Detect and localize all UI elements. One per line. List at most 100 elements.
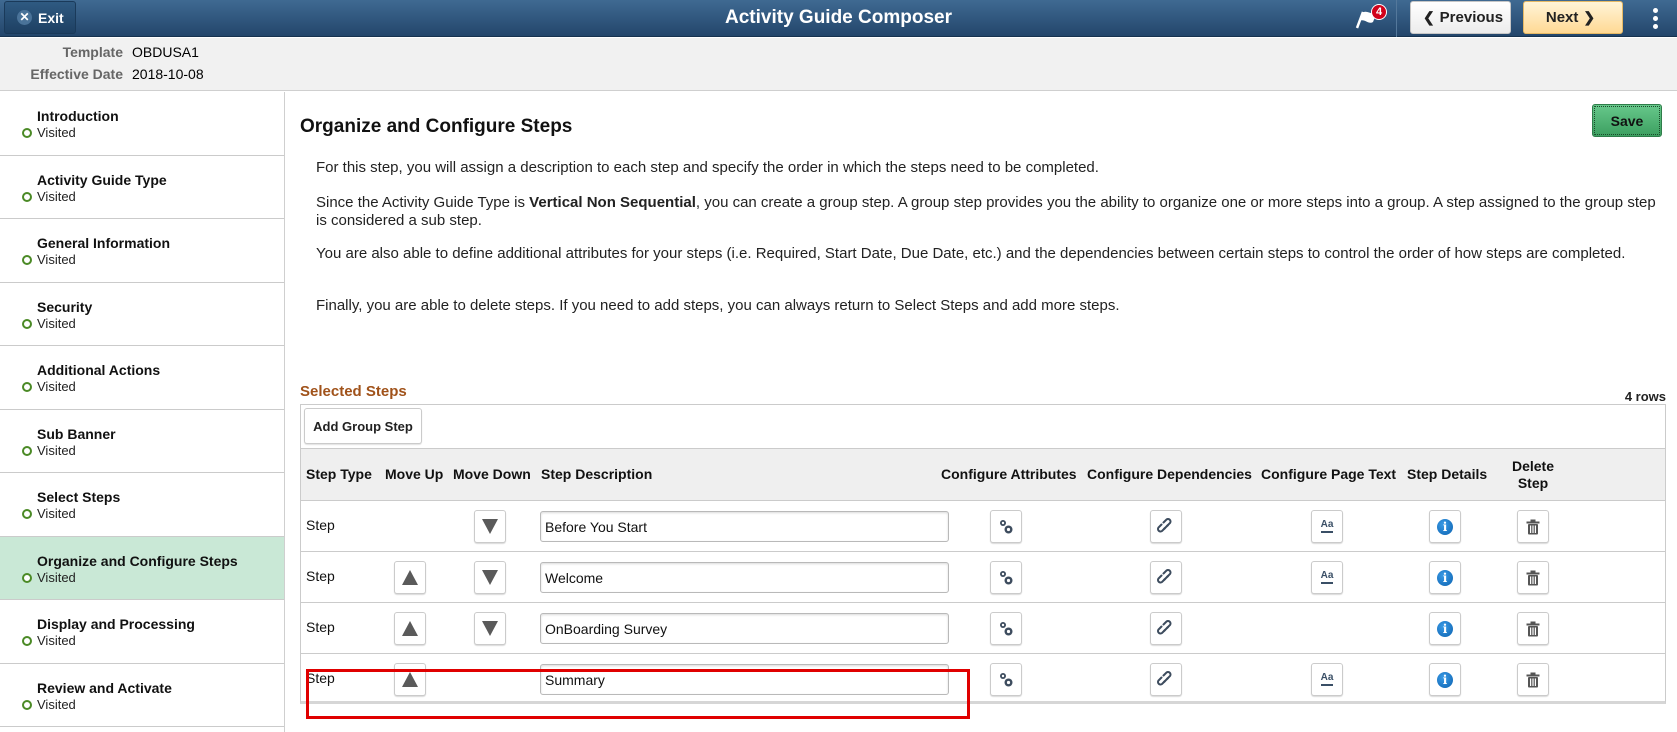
step-details-button[interactable]: i — [1429, 561, 1461, 594]
delete-step-button[interactable] — [1517, 612, 1549, 645]
configure-page-text-button[interactable]: Aa — [1311, 663, 1343, 696]
close-icon: ✕ — [17, 10, 32, 25]
configure-page-text-button[interactable]: Aa — [1311, 561, 1343, 594]
text-format-icon: Aa — [1320, 571, 1334, 584]
previous-label: Previous — [1439, 9, 1504, 26]
link-icon — [1157, 568, 1172, 583]
table-row: Step Aa i — [301, 654, 1665, 705]
configure-attributes-button[interactable] — [990, 561, 1022, 594]
sidebar-item-additional-actions[interactable]: Additional Actions Visited — [0, 346, 284, 410]
effective-date-row: Effective Date 2018-10-08 — [0, 66, 204, 82]
header-line: Step — [1517, 475, 1549, 491]
section-title: Selected Steps — [300, 383, 407, 400]
visited-status-icon — [22, 255, 32, 265]
trash-icon — [1526, 672, 1540, 687]
visited-status-icon — [22, 191, 32, 202]
sidebar-item-label: Introduction — [37, 108, 119, 124]
configure-dependencies-button[interactable] — [1150, 612, 1182, 645]
configure-attributes-button[interactable] — [990, 510, 1022, 543]
gears-icon — [1000, 672, 1013, 686]
sidebar-item-label: Review and Activate — [37, 679, 172, 696]
sidebar-item-status: Visited — [37, 125, 76, 140]
sidebar-item-label: General Information — [37, 235, 171, 251]
step-description-input[interactable] — [540, 664, 949, 695]
step-description-input[interactable] — [540, 613, 949, 644]
delete-step-button[interactable] — [1517, 561, 1549, 594]
configure-page-text-button[interactable]: Aa — [1311, 510, 1343, 543]
gears-icon — [1000, 519, 1013, 533]
delete-step-button[interactable] — [1517, 663, 1549, 696]
visited-status-icon — [22, 128, 32, 138]
move-up-button[interactable] — [394, 561, 426, 594]
step-details-button[interactable]: i — [1429, 612, 1461, 645]
configure-attributes-button[interactable] — [990, 663, 1022, 696]
template-label: Template — [62, 44, 123, 60]
table-row: Step Aa i — [301, 501, 1665, 552]
move-down-button[interactable] — [474, 612, 506, 645]
main-content: Organize and Configure Steps Save For th… — [286, 92, 1677, 732]
sidebar-item-status: Visited — [37, 252, 76, 267]
sidebar-item-organize-and-configure-steps[interactable]: Organize and Configure Steps Visited — [0, 536, 284, 600]
arrow-down-icon — [482, 570, 498, 585]
column-header-configure-page-text: Configure Page Text — [1261, 466, 1397, 482]
sidebar-item-general-information[interactable]: General Information Visited — [0, 219, 284, 283]
selected-steps-grid: Add Group Step Step Type Move Up Move Do… — [300, 404, 1666, 704]
column-header-step-details: Step Details — [1407, 466, 1488, 482]
sidebar-item-introduction[interactable]: Introduction Visited — [0, 92, 284, 156]
move-up-button[interactable] — [394, 663, 426, 696]
delete-step-button[interactable] — [1517, 510, 1549, 543]
exit-button[interactable]: ✕ Exit — [4, 1, 76, 34]
step-details-button[interactable]: i — [1429, 510, 1461, 543]
sidebar-item-status: Visited — [37, 315, 76, 331]
sidebar-item-label: Sub Banner — [37, 425, 116, 442]
column-header-step-description: Step Description — [541, 466, 653, 482]
next-button[interactable]: Next ❯ — [1523, 1, 1623, 34]
sidebar-item-sub-banner[interactable]: Sub Banner Visited — [0, 410, 284, 473]
move-down-button[interactable] — [474, 561, 506, 594]
sidebar-item-security[interactable]: Security Visited — [0, 283, 284, 346]
step-description-input[interactable] — [540, 511, 949, 542]
step-type-cell: Step — [306, 619, 335, 635]
sidebar-item-label: Display and Processing — [37, 616, 195, 632]
step-type-cell: Step — [306, 568, 335, 584]
header-divider — [1396, 0, 1397, 37]
save-button[interactable]: Save — [1592, 104, 1662, 137]
link-icon — [1157, 517, 1172, 532]
arrow-up-icon — [402, 621, 418, 636]
arrow-up-icon — [402, 570, 418, 585]
visited-status-icon — [22, 318, 32, 329]
sidebar-item-select-steps[interactable]: Select Steps Visited — [0, 473, 284, 537]
add-group-step-button[interactable]: Add Group Step — [304, 408, 422, 444]
link-icon — [1157, 670, 1172, 685]
text-format-icon: Aa — [1320, 520, 1334, 533]
column-header-configure-attributes: Configure Attributes — [941, 466, 1077, 482]
info-icon: i — [1437, 569, 1453, 586]
visited-status-icon — [22, 699, 32, 710]
configure-attributes-button[interactable] — [990, 612, 1022, 645]
configure-dependencies-button[interactable] — [1150, 561, 1182, 594]
notifications-badge: 4 — [1371, 4, 1387, 20]
trash-icon — [1526, 519, 1540, 534]
visited-status-icon — [22, 382, 32, 392]
sidebar-item-display-and-processing[interactable]: Display and Processing Visited — [0, 600, 284, 664]
effective-date-value: 2018-10-08 — [132, 66, 204, 82]
more-actions-icon[interactable] — [1649, 6, 1661, 32]
grid-header: Step Type Move Up Move Down Step Descrip… — [301, 449, 1665, 501]
move-up-button[interactable] — [394, 612, 426, 645]
instruction-paragraph: Since the Activity Guide Type is Vertica… — [316, 194, 1661, 230]
step-description-input[interactable] — [540, 562, 949, 593]
sidebar-item-label: Security — [37, 298, 93, 315]
configure-dependencies-button[interactable] — [1150, 663, 1182, 696]
instruction-paragraph: You are also able to define additional a… — [316, 245, 1626, 262]
step-details-button[interactable]: i — [1429, 663, 1461, 696]
sidebar-item-label: Additional Actions — [37, 362, 161, 378]
chevron-left-icon: ❮ — [1422, 9, 1435, 25]
visited-status-icon — [22, 509, 32, 519]
trash-icon — [1526, 621, 1540, 636]
previous-button[interactable]: ❮ Previous — [1410, 1, 1511, 34]
move-down-button[interactable] — [474, 510, 506, 543]
sidebar-item-review-and-activate[interactable]: Review and Activate Visited — [0, 664, 284, 727]
arrow-down-icon — [482, 519, 498, 534]
sidebar-item-activity-guide-type[interactable]: Activity Guide Type Visited — [0, 156, 284, 219]
configure-dependencies-button[interactable] — [1150, 510, 1182, 543]
